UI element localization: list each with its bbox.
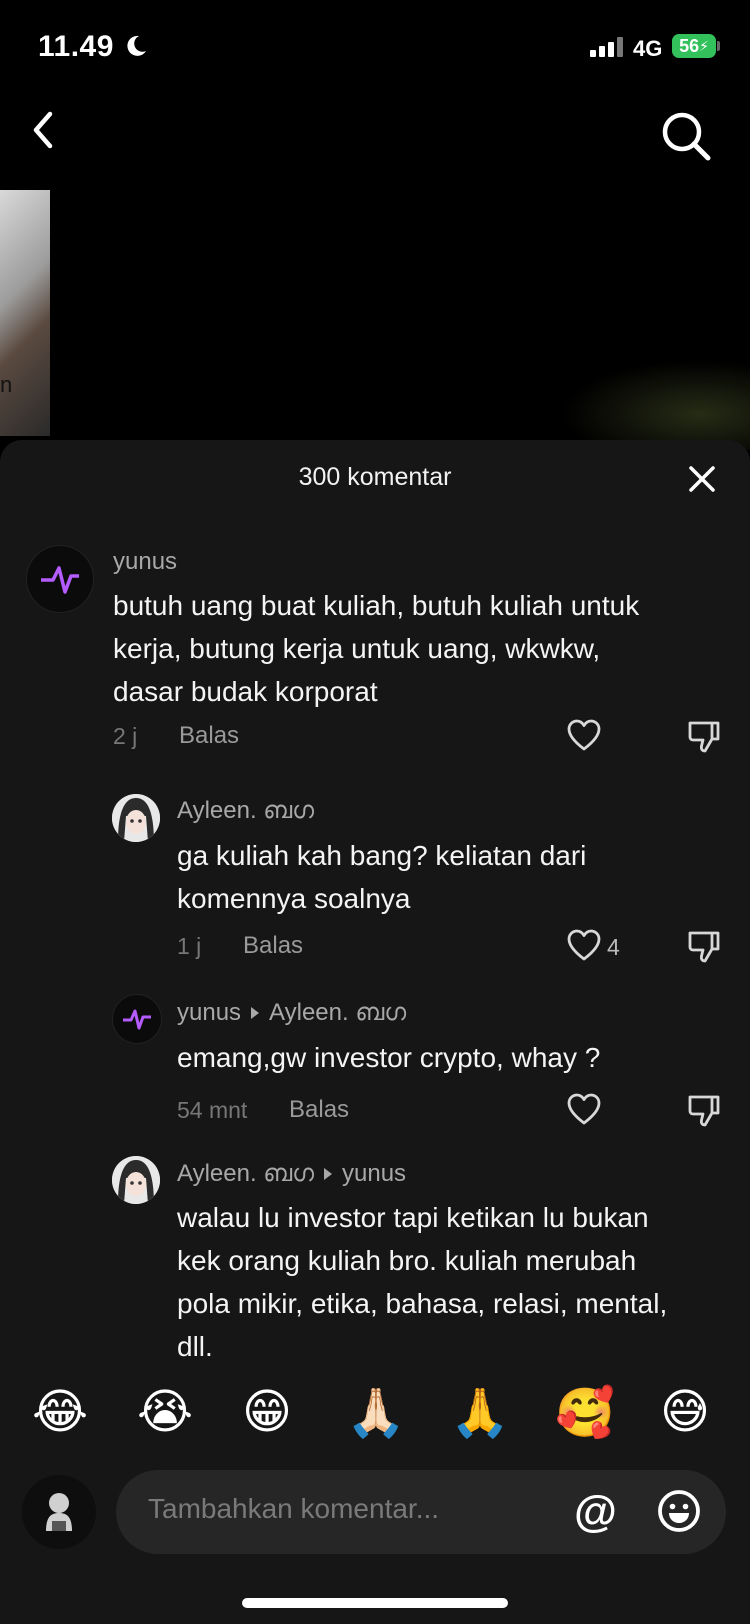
comment-line: dll.	[177, 1331, 213, 1362]
comment-time: 1 j	[177, 933, 202, 959]
comment-line: pola mikir, etika, bahasa, relasi, menta…	[177, 1288, 668, 1319]
comment-username-reply[interactable]: Ayleen. ബഗ yunus	[177, 1160, 406, 1188]
comment-line: kerja, butung kerja untuk uang, wkwkw,	[113, 633, 601, 664]
comment-text: ga kuliah kah bang? keliatan dari komenn…	[177, 834, 586, 920]
comment-input-placeholder: Tambahkan komentar...	[148, 1493, 440, 1524]
moon-icon	[127, 35, 146, 56]
emoji-button[interactable]: 😭	[137, 1384, 193, 1440]
reply-arrow-icon	[324, 1167, 332, 1180]
comment-username[interactable]: Ayleen. ബഗ	[177, 797, 314, 825]
pulse-logo-icon	[123, 1009, 151, 1030]
emoji-button[interactable]: 😂	[32, 1384, 88, 1440]
heart-icon[interactable]	[566, 1092, 602, 1128]
avatar[interactable]	[26, 545, 94, 613]
reply-target: Ayleen. ബഗ	[269, 999, 407, 1026]
reply-author: Ayleen. ബഗ	[177, 1160, 314, 1187]
emoji-button[interactable]: 🥰	[555, 1384, 615, 1441]
comment-text: walau lu investor tapi ketikan lu bukan …	[177, 1196, 667, 1368]
battery-icon: 56 ⚡	[672, 34, 716, 58]
comment-text: butuh uang buat kuliah, butuh kuliah unt…	[113, 584, 639, 713]
like-count: 4	[607, 934, 620, 960]
home-indicator	[242, 1598, 508, 1608]
emoji-button[interactable]: 😁	[242, 1384, 292, 1440]
avatar[interactable]	[112, 994, 162, 1044]
heart-icon[interactable]	[566, 928, 602, 964]
comment-username[interactable]: yunus	[113, 548, 177, 576]
pulse-logo-icon	[41, 566, 79, 594]
comment-text: emang,gw investor crypto, whay ?	[177, 1036, 600, 1079]
reply-author: yunus	[177, 999, 242, 1026]
anime-avatar-icon	[112, 1156, 160, 1204]
heart-icon[interactable]	[566, 718, 602, 754]
comment-time: 2 j	[113, 723, 138, 749]
comment-line: walau lu investor tapi ketikan lu bukan	[177, 1202, 649, 1233]
search-icon[interactable]	[660, 110, 712, 162]
comment-line: dasar budak korporat	[113, 676, 378, 707]
network-label: 4G	[633, 36, 663, 61]
emoji-button[interactable]: 🙏🏻	[346, 1384, 406, 1441]
anime-avatar-icon	[112, 794, 160, 842]
dislike-icon[interactable]	[686, 928, 722, 964]
battery-level: 56	[679, 35, 700, 56]
reply-button[interactable]: Balas	[289, 1096, 349, 1124]
dislike-icon[interactable]	[686, 718, 722, 754]
reply-arrow-icon	[251, 1006, 260, 1019]
avatar[interactable]	[112, 794, 160, 842]
user-placeholder-icon	[46, 1493, 72, 1531]
close-icon[interactable]	[688, 465, 716, 493]
thumbnail-partial-text: n	[0, 372, 13, 397]
mention-button[interactable]: @	[574, 1487, 617, 1537]
status-time: 11.49	[38, 30, 114, 63]
comment-line: ga kuliah kah bang? keliatan dari	[177, 840, 587, 871]
reply-target: yunus	[342, 1160, 407, 1187]
video-background	[560, 360, 750, 450]
emoji-icon[interactable]	[656, 1488, 702, 1534]
battery-tip	[717, 41, 720, 51]
comments-count-title: 300 komentar	[298, 463, 452, 491]
comment-line: emang,gw investor crypto, whay ?	[177, 1042, 601, 1073]
reply-button[interactable]: Balas	[243, 932, 303, 960]
reply-button[interactable]: Balas	[179, 722, 239, 750]
comment-line: komennya soalnya	[177, 883, 411, 914]
signal-icon	[590, 37, 624, 57]
emoji-button[interactable]: 😅	[660, 1384, 710, 1440]
my-avatar[interactable]	[22, 1475, 96, 1549]
comment-line: butuh uang buat kuliah, butuh kuliah unt…	[113, 590, 640, 621]
comment-username-reply[interactable]: yunus Ayleen. ബഗ	[177, 999, 406, 1027]
back-icon[interactable]	[28, 108, 62, 152]
avatar[interactable]	[112, 1156, 160, 1204]
comment-line: kek orang kuliah bro. kuliah merubah	[177, 1245, 637, 1276]
emoji-button[interactable]: 🙏	[450, 1384, 510, 1441]
dislike-icon[interactable]	[686, 1092, 722, 1128]
video-thumbnail	[0, 190, 50, 436]
comment-time: 54 mnt	[177, 1097, 248, 1123]
